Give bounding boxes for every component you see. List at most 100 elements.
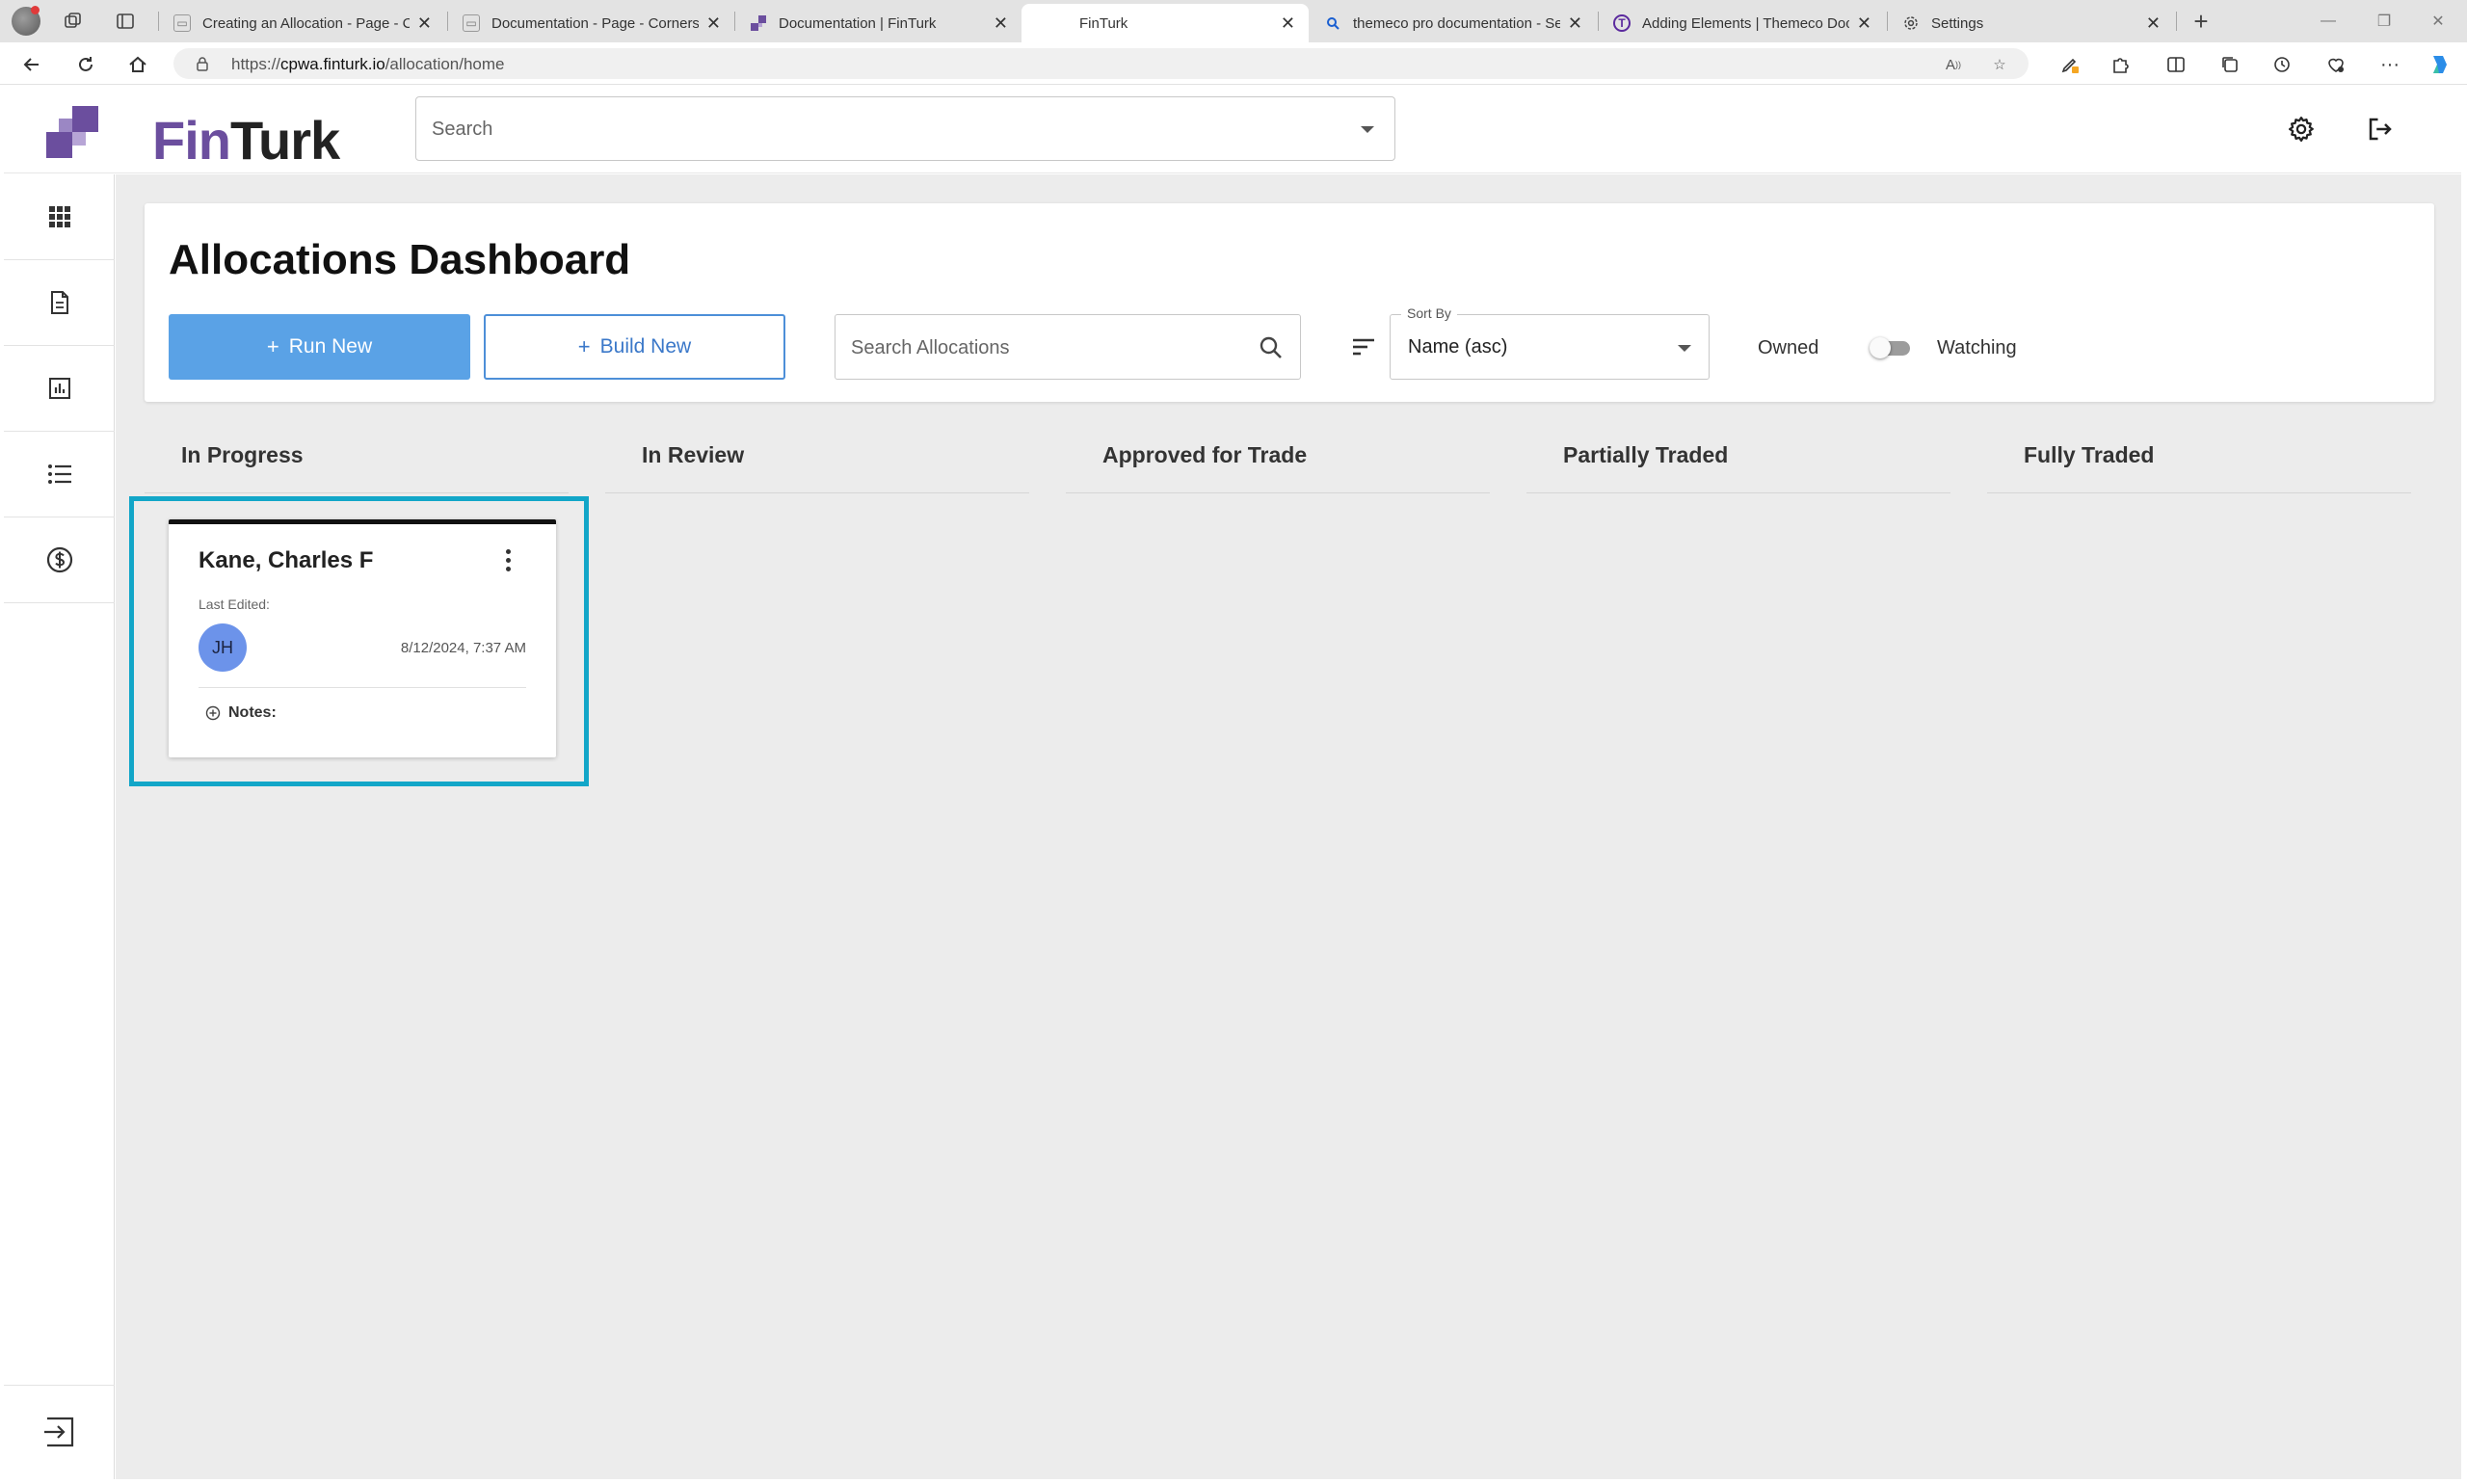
copilot-icon[interactable] — [2427, 51, 2454, 78]
browser-tab-active[interactable]: FinTurk ✕ — [1021, 4, 1309, 42]
browser-essentials-icon[interactable] — [2322, 51, 2349, 78]
search-icon[interactable] — [1258, 334, 1285, 361]
split-screen-icon[interactable] — [2162, 51, 2189, 78]
themeco-favicon-icon: T — [1613, 14, 1631, 32]
last-edited-label: Last Edited: — [199, 596, 270, 612]
build-new-button[interactable]: + Build New — [484, 314, 785, 380]
dashboard-toolbar-card: Allocations Dashboard + Run New + Build … — [145, 203, 2434, 402]
search-favicon-icon — [1324, 14, 1341, 32]
url-bar[interactable]: https://cpwa.finturk.io/allocation/home … — [173, 48, 2029, 79]
page-icon: ▭ — [173, 14, 191, 32]
logo-wordmark: FinTurk — [152, 110, 340, 171]
edited-timestamp: 8/12/2024, 7:37 AM — [400, 640, 526, 656]
close-window-icon[interactable]: ✕ — [2419, 8, 2457, 35]
restore-icon[interactable]: ❐ — [2365, 8, 2403, 35]
tab-title: Creating an Allocation - Page - C — [202, 14, 410, 32]
favorite-star-icon[interactable]: ☆ — [1989, 54, 2010, 75]
add-circle-icon — [205, 705, 221, 721]
column-in-progress: In Progress — [145, 442, 569, 493]
allocation-search[interactable] — [835, 314, 1301, 380]
tab-separator — [734, 12, 735, 31]
lock-icon[interactable] — [195, 56, 210, 71]
history-icon[interactable] — [2268, 51, 2295, 78]
page-icon: ▭ — [463, 14, 480, 32]
tab-title: Documentation - Page - Cornerst — [491, 14, 699, 32]
browser-tab[interactable]: themeco pro documentation - Se ✕ — [1311, 4, 1596, 42]
watching-label: Watching — [1937, 337, 2017, 358]
more-menu-icon[interactable]: ··· — [2376, 51, 2403, 78]
read-aloud-icon[interactable]: A)) — [1943, 54, 1964, 75]
sidebar-item-finance[interactable] — [4, 517, 115, 603]
document-icon — [50, 291, 68, 314]
tab-separator — [1598, 12, 1599, 31]
sidebar-item-lists[interactable] — [4, 432, 115, 517]
close-tab-icon[interactable]: ✕ — [1281, 13, 1295, 34]
allocation-search-input[interactable] — [851, 333, 1236, 362]
notes-toggle[interactable]: Notes: — [205, 704, 277, 722]
close-tab-icon[interactable]: ✕ — [1568, 13, 1582, 34]
sign-in-icon — [43, 1417, 73, 1446]
minimize-icon[interactable]: — — [2309, 8, 2348, 35]
tab-separator — [158, 12, 159, 31]
browser-tab[interactable]: ▭ Creating an Allocation - Page - C ✕ — [160, 4, 445, 42]
settings-gear-icon — [1902, 14, 1920, 32]
collections-icon[interactable] — [2216, 51, 2243, 78]
tab-actions-icon[interactable] — [112, 8, 139, 35]
new-tab-icon[interactable]: + — [2188, 7, 2215, 36]
run-new-button[interactable]: + Run New — [169, 314, 470, 380]
close-tab-icon[interactable]: ✕ — [417, 13, 432, 34]
chevron-down-icon[interactable] — [1361, 126, 1374, 133]
gear-icon[interactable] — [2284, 112, 2319, 146]
column-title: Approved for Trade — [1102, 442, 1308, 467]
tab-title: FinTurk — [1079, 14, 1128, 32]
global-search-input[interactable] — [432, 115, 1299, 144]
page-title: Allocations Dashboard — [169, 236, 631, 283]
url-text: https://cpwa.finturk.io/allocation/home — [231, 55, 505, 73]
column-title: In Progress — [181, 442, 304, 467]
allocation-card[interactable]: Kane, Charles F Last Edited: JH 8/12/202… — [169, 519, 556, 757]
close-tab-icon[interactable]: ✕ — [2146, 13, 2161, 34]
browser-tab[interactable]: Documentation | FinTurk ✕ — [736, 4, 1021, 42]
reload-icon[interactable] — [71, 50, 100, 79]
browser-tab[interactable]: Settings ✕ — [1889, 4, 2174, 42]
card-divider — [199, 687, 526, 688]
close-tab-icon[interactable]: ✕ — [994, 13, 1008, 34]
extensions-icon[interactable] — [2107, 51, 2134, 78]
sidebar-item-documents[interactable] — [4, 260, 115, 346]
close-tab-icon[interactable]: ✕ — [1857, 13, 1871, 34]
sidebar-item-signin[interactable] — [4, 1385, 115, 1477]
main-content: Allocations Dashboard + Run New + Build … — [116, 174, 2461, 1479]
notes-label: Notes: — [228, 704, 277, 721]
tab-title: Settings — [1931, 14, 1984, 32]
tab-title: Adding Elements | Themeco Doc — [1642, 14, 1849, 32]
global-search[interactable] — [415, 96, 1395, 161]
browser-tab-bar: ▭ Creating an Allocation - Page - C ✕ ▭ … — [0, 0, 2467, 42]
dollar-icon — [46, 546, 72, 573]
chevron-down-icon[interactable] — [1678, 345, 1691, 352]
sort-by-select[interactable]: Name (asc) — [1390, 314, 1710, 380]
pen-extension-icon[interactable] — [2056, 51, 2083, 78]
tab-separator — [447, 12, 448, 31]
column-title: Partially Traded — [1563, 442, 1729, 467]
notification-dot — [31, 6, 40, 14]
app-header: FinTurk — [4, 85, 2461, 173]
plus-icon: + — [266, 334, 279, 358]
home-icon[interactable] — [123, 50, 152, 79]
sidebar-item-reports[interactable] — [4, 346, 115, 432]
more-vertical-icon[interactable] — [498, 545, 517, 574]
sort-icon[interactable] — [1349, 332, 1378, 361]
owned-watching-toggle[interactable] — [1870, 337, 1912, 358]
sidebar-item-apps[interactable] — [4, 174, 115, 260]
column-fully-traded: Fully Traded — [1987, 442, 2411, 493]
browser-tab[interactable]: ▭ Documentation - Page - Cornerst ✕ — [449, 4, 734, 42]
finturk-logo[interactable]: FinTurk — [46, 102, 340, 171]
run-new-label: Run New — [288, 335, 373, 358]
logout-icon[interactable] — [2363, 112, 2398, 146]
browser-tab[interactable]: T Adding Elements | Themeco Doc ✕ — [1600, 4, 1885, 42]
back-icon[interactable] — [17, 50, 46, 79]
apps-grid-icon — [48, 206, 70, 227]
tab-title: themeco pro documentation - Se — [1353, 14, 1560, 32]
close-tab-icon[interactable]: ✕ — [706, 13, 721, 34]
workspaces-icon[interactable] — [60, 8, 87, 35]
column-approved-for-trade: Approved for Trade — [1066, 442, 1490, 493]
